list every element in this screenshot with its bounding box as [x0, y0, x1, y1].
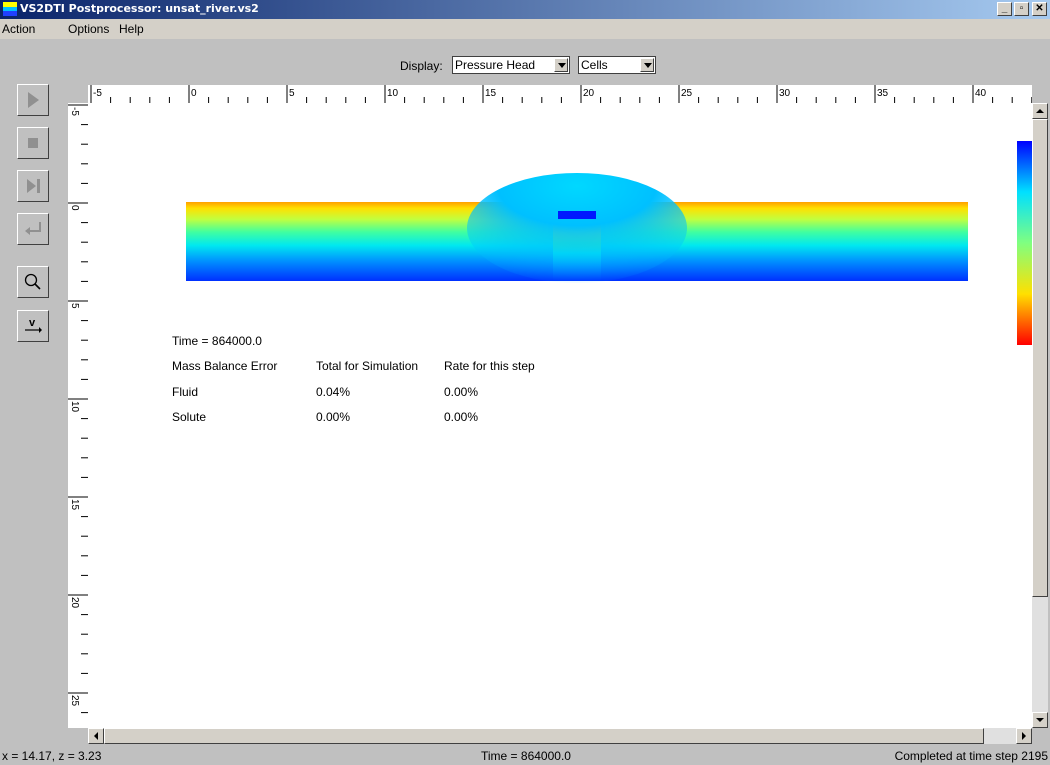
ruler-y-label: 5 [69, 303, 80, 309]
mode-select[interactable]: Cells [578, 56, 656, 74]
variable-select-value: Pressure Head [455, 58, 536, 72]
vertical-scroll-thumb[interactable] [1032, 119, 1048, 597]
velocity-icon: v [25, 317, 42, 333]
chevron-down-icon [1036, 718, 1044, 722]
zoom-icon [24, 273, 41, 290]
menu-action[interactable]: Action [2, 22, 35, 36]
mode-select-value: Cells [581, 58, 608, 72]
ruler-y-label: 15 [69, 499, 80, 511]
ruler-x-label: 20 [583, 88, 595, 99]
solute-rate: 0.00% [444, 410, 479, 424]
ruler-x-label: 25 [681, 88, 693, 99]
status-progress: Completed at time step 2195 [894, 749, 1048, 763]
ruler-y-label: 20 [69, 597, 80, 609]
fluid-label: Fluid [172, 385, 199, 399]
stop-button[interactable] [17, 127, 49, 159]
solute-label: Solute [172, 410, 207, 424]
model-canvas[interactable]: Time = 864000.0 Mass Balance Error Total… [88, 103, 1032, 728]
ruler-y-label: 10 [69, 401, 80, 413]
ruler-x-label: 10 [387, 88, 399, 99]
window-title: VS2DTI Postprocessor: unsat_river.vs2 [20, 2, 259, 15]
chevron-up-icon [1036, 109, 1044, 113]
river-cell [558, 211, 596, 219]
display-toolbar: Display: Pressure Head Cells [0, 39, 1050, 79]
status-time: Time = 864000.0 [481, 749, 571, 763]
time-label: Time = 864000.0 [172, 334, 262, 348]
zoom-button[interactable] [17, 266, 49, 298]
title-bar: VS2DTI Postprocessor: unsat_river.vs2 _ … [0, 0, 1050, 19]
chevron-down-icon[interactable] [640, 58, 654, 72]
color-legend [1017, 141, 1032, 345]
scroll-down-button[interactable] [1032, 712, 1048, 728]
variable-select[interactable]: Pressure Head [452, 56, 570, 74]
ruler-x-label: 15 [485, 88, 497, 99]
scroll-up-button[interactable] [1032, 103, 1048, 119]
horizontal-scroll-thumb[interactable] [104, 728, 984, 744]
vertical-scrollbar[interactable] [1032, 103, 1048, 728]
solute-total: 0.00% [316, 410, 351, 424]
rewind-icon [25, 222, 41, 235]
ruler-x-label: 40 [975, 88, 987, 99]
rate-header: Rate for this step [444, 359, 535, 373]
menu-options[interactable]: Options [68, 22, 109, 36]
display-label: Display: [400, 59, 443, 73]
stop-icon [28, 138, 38, 148]
ruler-y-label: 0 [69, 205, 80, 211]
play-button[interactable] [17, 84, 49, 116]
vertical-ruler: -5 0 5 10 15 20 25 [68, 103, 88, 728]
minimize-button[interactable]: _ [997, 2, 1012, 16]
ruler-x-label: 5 [289, 88, 295, 99]
play-icon [28, 92, 39, 108]
horizontal-scrollbar[interactable] [88, 728, 1032, 744]
ruler-x-label: 35 [877, 88, 889, 99]
total-header: Total for Simulation [316, 359, 419, 373]
fluid-rate: 0.00% [444, 385, 479, 399]
maximize-button[interactable]: ▫ [1014, 2, 1029, 16]
close-button[interactable]: ✕ [1032, 2, 1047, 16]
mass-balance-header: Mass Balance Error [172, 359, 278, 373]
ruler-y-label: 25 [69, 695, 80, 707]
velocity-button[interactable]: v [17, 310, 49, 342]
pressure-head-plot [186, 141, 1032, 345]
cursor-coords: x = 14.17, z = 3.23 [2, 749, 102, 763]
ruler-x-label: -5 [93, 88, 102, 99]
status-bar: x = 14.17, z = 3.23 Time = 864000.0 Comp… [0, 747, 1050, 765]
chevron-right-icon [1022, 732, 1026, 740]
scroll-left-button[interactable] [88, 728, 104, 744]
chevron-down-icon[interactable] [554, 58, 568, 72]
menu-help[interactable]: Help [119, 22, 144, 36]
horizontal-ruler: -5 0 5 10 15 20 25 30 35 40 [88, 85, 1033, 103]
step-icon [27, 179, 40, 193]
rewind-button[interactable] [17, 213, 49, 245]
left-toolbar: v [0, 79, 64, 734]
scroll-right-button[interactable] [1016, 728, 1032, 744]
menu-bar: Action Options Help [0, 19, 1050, 39]
ruler-x-label: 30 [779, 88, 791, 99]
svg-text:v: v [29, 317, 36, 329]
step-button[interactable] [17, 170, 49, 202]
app-icon [3, 2, 17, 16]
river-plume [467, 173, 687, 283]
fluid-total: 0.04% [316, 385, 351, 399]
chevron-left-icon [94, 732, 98, 740]
ruler-y-label: -5 [69, 107, 80, 116]
ruler-x-label: 0 [191, 88, 197, 99]
